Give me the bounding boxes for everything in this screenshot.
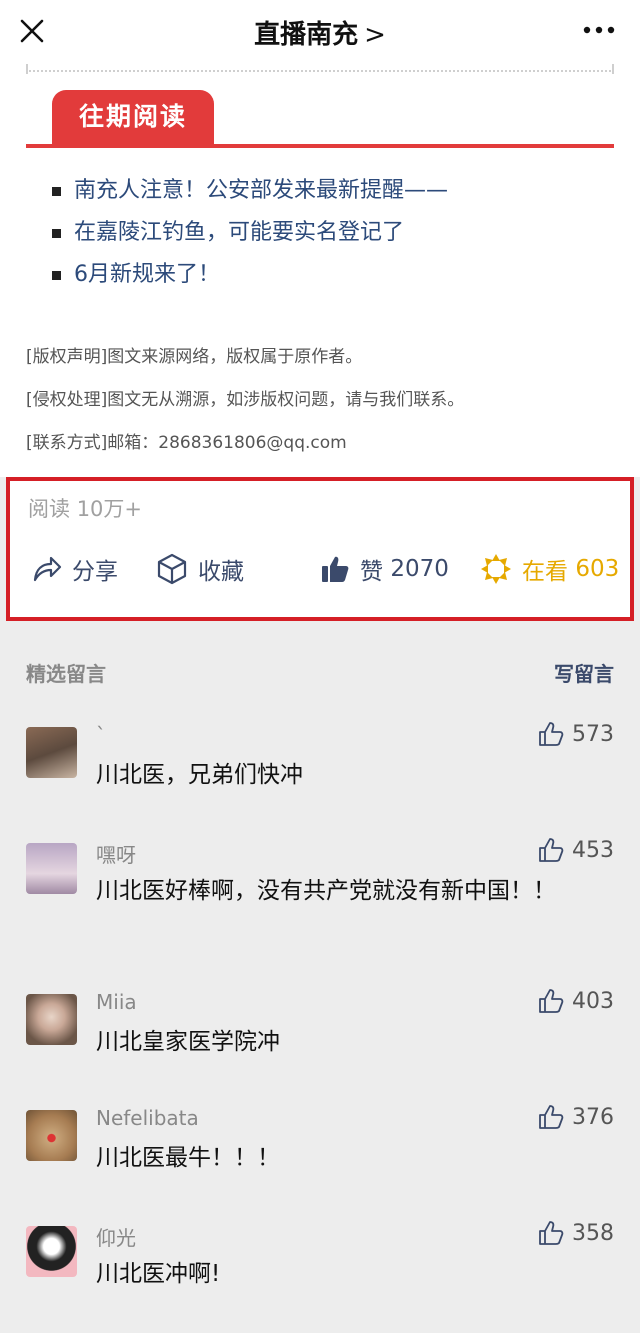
thumbs-up-outline-icon — [539, 838, 564, 862]
copyright-notes: [版权声明]图文来源网络，版权属于原作者。 [侵权处理]图文无从溯源，如涉版权问… — [26, 336, 464, 465]
featured-comments-title: 精选留言 — [26, 662, 106, 686]
account-title[interactable]: 直播南充 > — [0, 14, 640, 51]
write-comment-button[interactable]: 写留言 — [554, 658, 614, 687]
avatar[interactable] — [26, 1110, 77, 1161]
comment-text: 川北医冲啊! — [96, 1261, 221, 1287]
comment-item: 仰光 川北医冲啊! 358 — [26, 1221, 614, 1287]
infringement-note: [侵权处理]图文无从溯源，如涉版权问题，请与我们联系。 — [26, 390, 465, 410]
comment-text: 川北医好棒啊，没有共产党就没有新中国！！ — [96, 878, 556, 904]
share-icon — [33, 556, 62, 582]
like-button[interactable]: 赞 2070 — [320, 551, 449, 587]
avatar[interactable] — [26, 994, 77, 1045]
past-read-link[interactable]: 在嘉陵江钓鱼，可能要实名登记了 — [52, 212, 448, 254]
like-label: 赞 — [360, 559, 383, 585]
comment-author: 仰光 — [96, 1226, 136, 1250]
avatar[interactable] — [26, 1226, 77, 1277]
favorite-button[interactable]: 收藏 — [156, 551, 244, 587]
comment-author: Miia — [96, 990, 137, 1014]
past-reads-divider — [26, 144, 614, 148]
watching-button[interactable]: 在看 603 — [480, 551, 619, 587]
thumbs-up-outline-icon — [539, 1221, 564, 1245]
comment-like-button[interactable]: 403 — [538, 988, 614, 1014]
chevron-right-icon: > — [364, 20, 386, 50]
comment-item: 嘿呀 川北医好棒啊，没有共产党就没有新中国！！ 453 — [26, 838, 614, 943]
comment-like-count: 453 — [572, 837, 614, 863]
comment-item: ` 川北医，兄弟们快冲 573 — [26, 722, 614, 788]
comment-text: 川北医，兄弟们快冲 — [96, 762, 303, 788]
comment-text: 川北医最牛！！！ — [96, 1145, 280, 1171]
watching-label: 在看 — [522, 559, 568, 585]
read-count: 阅读 10万+ — [28, 493, 142, 523]
contact-note: [联系方式]邮箱：2868361806@qq.com — [26, 433, 347, 453]
comment-like-button[interactable]: 358 — [538, 1220, 614, 1246]
comment-author: 嘿呀 — [96, 843, 136, 867]
top-bar: 直播南充 > — [0, 0, 640, 62]
comment-author: Nefelibata — [96, 1106, 199, 1130]
watching-star-icon — [481, 554, 511, 584]
thumbs-up-icon — [322, 556, 349, 582]
avatar[interactable] — [26, 727, 77, 778]
comment-like-count: 573 — [572, 721, 614, 747]
comment-item: Miia 川北皇家医学院冲 403 — [26, 989, 614, 1055]
dotted-divider — [26, 64, 614, 74]
watching-count: 603 — [575, 556, 620, 582]
comment-text: 川北皇家医学院冲 — [96, 1029, 280, 1055]
comment-item: Nefelibata 川北医最牛！！！ 376 — [26, 1105, 614, 1171]
comment-like-button[interactable]: 376 — [538, 1104, 614, 1130]
comment-like-count: 403 — [572, 988, 614, 1014]
read-count-value: 10万+ — [76, 497, 143, 521]
copyright-note: [版权声明]图文来源网络，版权属于原作者。 — [26, 347, 363, 367]
favorite-label: 收藏 — [198, 559, 244, 585]
share-button[interactable]: 分享 — [32, 551, 118, 587]
past-read-link[interactable]: 南充人注意！公安部发来最新提醒—— — [52, 170, 448, 212]
comment-like-count: 376 — [572, 1104, 614, 1130]
like-count: 2070 — [390, 556, 449, 582]
article-content: 往期阅读 南充人注意！公安部发来最新提醒—— 在嘉陵江钓鱼，可能要实名登记了 6… — [0, 62, 640, 477]
comment-like-button[interactable]: 453 — [538, 837, 614, 863]
share-label: 分享 — [72, 559, 118, 585]
thumbs-up-outline-icon — [539, 722, 564, 746]
article-stats: 阅读 10万+ 分享 收藏 赞 2070 在看 603 — [6, 477, 634, 621]
thumbs-up-outline-icon — [539, 1105, 564, 1129]
past-read-link[interactable]: 6月新规来了！ — [52, 254, 448, 296]
more-icon[interactable] — [582, 22, 616, 38]
account-title-label: 直播南充 — [254, 20, 359, 50]
past-reads-tab: 往期阅读 — [52, 90, 214, 146]
avatar[interactable] — [26, 843, 77, 894]
cube-icon — [157, 553, 187, 585]
comments-header: 精选留言 写留言 — [26, 658, 614, 688]
comment-like-count: 358 — [572, 1220, 614, 1246]
comment-author: ` — [96, 723, 106, 747]
read-label: 阅读 — [28, 497, 70, 521]
comment-like-button[interactable]: 573 — [538, 721, 614, 747]
past-reads-list: 南充人注意！公安部发来最新提醒—— 在嘉陵江钓鱼，可能要实名登记了 6月新规来了… — [52, 170, 448, 296]
thumbs-up-outline-icon — [539, 989, 564, 1013]
